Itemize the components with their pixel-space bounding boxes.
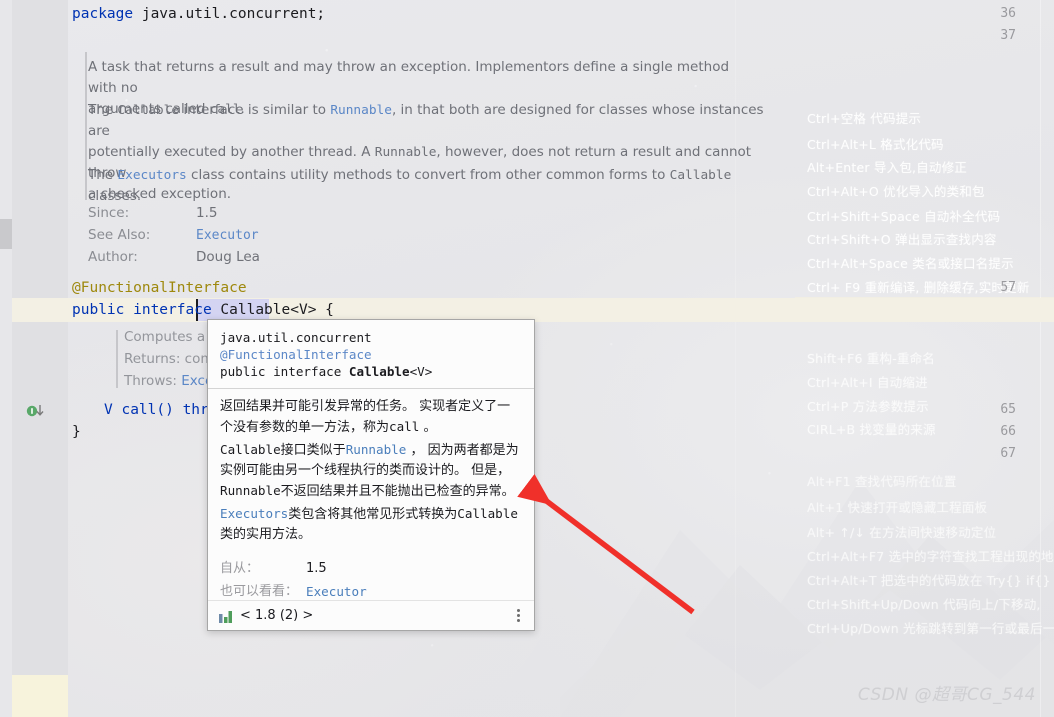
javadoc-left-rule (85, 52, 87, 200)
popup-tag-value-since: 1.5 (306, 561, 327, 576)
annotation-functionalinterface: @FunctionalInterface (72, 280, 247, 296)
popup-body: 返回结果并可能引发异常的任务。 实现者定义了一 个没有参数的单一方法，称为cal… (208, 389, 534, 551)
popup-p2-l3-runnable: Runnable (220, 483, 281, 498)
gutter-warning-strip (12, 675, 68, 717)
csdn-watermark: CSDN @超哥CG_544 (857, 685, 1036, 705)
editor-scrollbar[interactable] (0, 0, 12, 717)
popup-link-runnable[interactable]: Runnable (346, 442, 407, 457)
popup-signature-keyword: public interface (220, 364, 349, 379)
popup-footer: < 1.8 (2) > (208, 600, 534, 630)
javadoc-tag-key-seealso: See Also: (88, 227, 151, 243)
popup-signature: public interface Callable<V> (220, 363, 522, 380)
javadoc-tag-value-author: Doug Lea (196, 249, 260, 265)
popup-annotation: @FunctionalInterface (220, 346, 522, 363)
javadoc-p1-line1: A task that returns a result and may thr… (88, 59, 730, 96)
popup-p1-call: call (389, 419, 420, 434)
javadoc-link-runnable[interactable]: Runnable (330, 103, 392, 118)
popup-tag-key-since: 自从： (220, 561, 260, 576)
javadoc-p2-runnable2: Runnable (374, 145, 437, 160)
inline-javadoc-rule (116, 330, 118, 388)
inline-doc-throws: Throws: Exce (124, 370, 213, 392)
popup-version-nav[interactable]: < 1.8 (2) > (240, 608, 313, 623)
popup-package: java.util.concurrent (220, 330, 372, 345)
code-line-method: V call() thro (104, 399, 218, 421)
type-generic-param: <V> { (290, 302, 334, 318)
javadoc-tag-value-seealso[interactable]: Executor (196, 225, 259, 246)
popup-annotation-text: @FunctionalInterface (220, 347, 372, 362)
javadoc-p3-callable: Callable (669, 168, 732, 183)
popup-p2-mid: 接口类似于 (280, 443, 346, 458)
javadoc-p2-callable: Callable (117, 103, 180, 118)
popup-tag-row-since: 自从： 1.5 (220, 557, 522, 580)
method-signature-call: V call() thro (104, 402, 218, 418)
type-name-callable: Callable (220, 302, 291, 318)
popup-p2-l3-post: 不返回结果并且不能抛出已检查的异常。 (280, 484, 515, 499)
documentation-popup[interactable]: java.util.concurrent @FunctionalInterfac… (207, 319, 535, 631)
popup-p2-post: ， 因为两者都是为 (406, 443, 519, 458)
javadoc-p3-pre: The (88, 167, 118, 183)
javadoc-p3-l2: classes. (88, 188, 142, 204)
editor-gutter[interactable] (12, 0, 68, 717)
javadoc-tag-key-since: Since: (88, 205, 130, 221)
popup-p1-l2-post: 。 (419, 420, 437, 435)
code-line-declaration: public interface Callable<V> { (72, 299, 334, 321)
chart-icon[interactable] (218, 609, 234, 623)
code-line-package: package java.util.concurrent; (72, 3, 325, 25)
gutter-implemented-icon-65[interactable] (26, 403, 50, 419)
javadoc-tag-value-since: 1.5 (196, 205, 218, 221)
javadoc-tag-key-author: Author: (88, 249, 138, 265)
code-line-annotation: @FunctionalInterface (72, 277, 247, 299)
more-vertical-icon[interactable] (517, 609, 524, 622)
popup-p2-callable: Callable (220, 442, 281, 457)
popup-p1-l1: 返回结果并可能引发异常的任务。 实现者定义了一 (220, 399, 511, 414)
scrollbar-thumb[interactable] (0, 219, 12, 249)
popup-p3-l2: 类的实用方法。 (220, 527, 312, 542)
keyword-package: package (72, 6, 134, 22)
popup-paragraph-2: Callable接口类似于Runnable ， 因为两者都是为 实例可能由另一个… (220, 440, 522, 502)
javadoc-p2-mid: interface is similar to (179, 102, 331, 118)
popup-p3-post: 类包含将其他常见形式转换为 (288, 507, 458, 522)
keyword-public-interface: public interface (72, 302, 221, 318)
popup-signature-generic: <V> (409, 364, 433, 379)
javadoc-p3-mid: class contains utility methods to conver… (186, 167, 670, 183)
popup-p3-callable: Callable (457, 506, 518, 521)
popup-signature-name: Callable (348, 364, 410, 379)
screen: Ctrl+空格 代码提示 Ctrl+Alt+L 格式化代码 Alt+Enter … (0, 0, 1054, 717)
code-line-close-brace: } (72, 424, 81, 440)
popup-paragraph-1: 返回结果并可能引发异常的任务。 实现者定义了一 个没有参数的单一方法，称为cal… (220, 397, 522, 438)
javadoc-link-executors[interactable]: Executors (117, 168, 186, 183)
popup-paragraph-3: Executors类包含将其他常见形式转换为Callable 类的实用方法。 (220, 504, 522, 545)
popup-header: java.util.concurrent @FunctionalInterfac… (208, 320, 534, 389)
inline-doc-throws-label: Throws: (124, 373, 182, 389)
javadoc-p2-pre: The (88, 102, 118, 118)
package-name: java.util.concurrent; (133, 6, 326, 22)
popup-p2-l2: 实例可能由另一个线程执行的类而设计的。 但是， (220, 463, 511, 478)
javadoc-p2-l2-pre: potentially executed by another thread. … (88, 144, 375, 160)
popup-p1-l2-pre: 个没有参数的单一方法，称为 (220, 420, 390, 435)
javadoc-paragraph-3: The Executors class contains utility met… (88, 165, 748, 207)
popup-link-executors[interactable]: Executors (220, 506, 288, 521)
